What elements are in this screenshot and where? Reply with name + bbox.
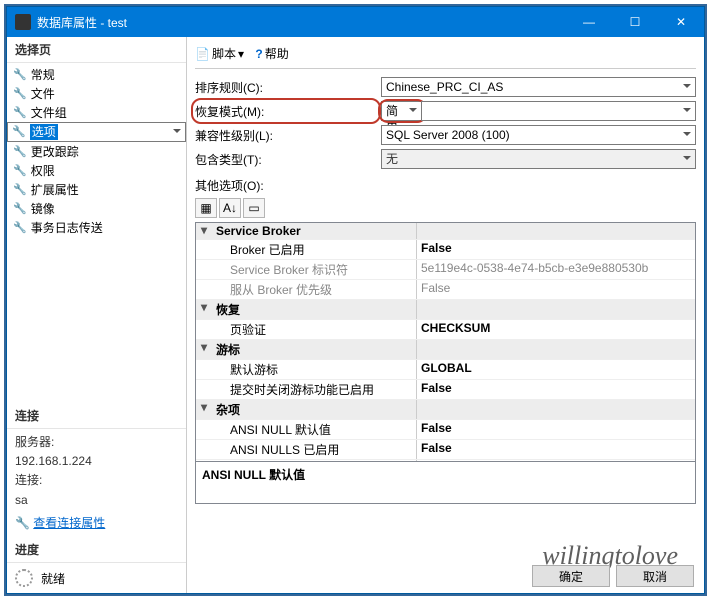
nav-item-extended-props[interactable]: 🔧扩展属性 — [7, 180, 186, 199]
property-row[interactable]: Service Broker 标识符5e119e4c-0538-4e74-b5c… — [196, 260, 695, 280]
recovery-select-wrap[interactable]: 简单 — [381, 101, 696, 121]
recovery-select[interactable] — [421, 101, 696, 121]
collapse-icon[interactable]: ▾ — [196, 400, 212, 419]
property-row[interactable]: Broker 已启用False — [196, 240, 695, 260]
collation-select[interactable]: Chinese_PRC_CI_AS — [381, 77, 696, 97]
connection-label: 连接: — [15, 471, 178, 490]
toolbar: 📄 脚本 ▾ ? 帮助 — [195, 41, 696, 69]
nav-item-general[interactable]: 🔧常规 — [7, 65, 186, 84]
property-value[interactable]: False — [417, 280, 695, 299]
select-page-header: 选择页 — [7, 37, 186, 63]
property-row[interactable]: ANSI NULLS 已启用False — [196, 440, 695, 460]
property-value[interactable]: False — [417, 240, 695, 259]
collapse-icon[interactable]: ▾ — [196, 300, 212, 319]
nav-list: 🔧常规 🔧文件 🔧文件组 🔧选项 🔧更改跟踪 🔧权限 🔧扩展属性 🔧镜像 🔧事务… — [7, 63, 186, 239]
view-connection-props-link[interactable]: 查看连接属性 — [33, 516, 105, 530]
property-value[interactable]: GLOBAL — [417, 360, 695, 379]
wrench-icon: 🔧 — [13, 145, 27, 158]
property-value[interactable]: CHECKSUM — [417, 320, 695, 339]
wrench-icon: 🔧 — [13, 68, 27, 81]
nav-item-change-tracking[interactable]: 🔧更改跟踪 — [7, 142, 186, 161]
categorize-button[interactable]: ▦ — [195, 198, 217, 218]
connection-info: 服务器: 192.168.1.224 连接: sa 🔧 查看连接属性 — [7, 429, 186, 537]
property-detail: ANSI NULL 默认值 — [195, 462, 696, 504]
nav-item-permissions[interactable]: 🔧权限 — [7, 161, 186, 180]
contain-select: 无 — [381, 149, 696, 169]
property-value[interactable]: False — [417, 420, 695, 439]
collapse-icon[interactable]: ▾ — [196, 223, 212, 239]
property-key: 提交时关闭游标功能已启用 — [212, 380, 417, 399]
server-label: 服务器: — [15, 433, 178, 452]
progress-status: 就绪 — [41, 570, 65, 587]
category-name: 游标 — [212, 340, 417, 359]
recovery-value-box[interactable]: 简单 — [381, 101, 421, 121]
maximize-button[interactable]: ☐ — [612, 7, 658, 37]
right-panel: 📄 脚本 ▾ ? 帮助 排序规则(C): Chinese_PRC_CI_AS 恢… — [187, 37, 704, 593]
wrench-icon: 🔧 — [12, 124, 26, 140]
property-key: ANSI NULLS 已启用 — [212, 440, 417, 459]
property-row[interactable]: 提交时关闭游标功能已启用False — [196, 380, 695, 400]
property-value[interactable]: False — [417, 460, 695, 461]
category-name: 杂项 — [212, 400, 417, 419]
nav-item-options[interactable]: 🔧选项 — [7, 122, 186, 142]
script-button[interactable]: 📄 脚本 ▾ — [195, 45, 244, 62]
wrench-icon: 🔧 — [13, 164, 27, 177]
connection-header: 连接 — [7, 403, 186, 429]
contain-label: 包含类型(T): — [195, 149, 375, 169]
ok-button[interactable]: 确定 — [532, 565, 610, 587]
left-panel: 选择页 🔧常规 🔧文件 🔧文件组 🔧选项 🔧更改跟踪 🔧权限 🔧扩展属性 🔧镜像… — [7, 37, 187, 593]
category-name: Service Broker — [212, 223, 417, 239]
nav-item-files[interactable]: 🔧文件 — [7, 84, 186, 103]
wrench-icon: 🔧 — [13, 202, 27, 215]
wrench-icon: 🔧 — [13, 221, 27, 234]
nav-item-mirroring[interactable]: 🔧镜像 — [7, 199, 186, 218]
property-key: ANSI 警告已启用 — [212, 460, 417, 461]
wrench-icon: 🔧 — [13, 87, 27, 100]
help-button[interactable]: ? 帮助 — [255, 45, 288, 62]
progress-area: 就绪 — [7, 563, 186, 593]
wrench-icon: 🔧 — [13, 183, 27, 196]
connection-value: sa — [15, 491, 178, 510]
property-row[interactable]: ANSI NULL 默认值False — [196, 420, 695, 440]
server-value: 192.168.1.224 — [15, 452, 178, 471]
nav-item-filegroups[interactable]: 🔧文件组 — [7, 103, 186, 122]
minimize-button[interactable]: — — [566, 7, 612, 37]
property-key: ANSI NULL 默认值 — [212, 420, 417, 439]
collapse-icon[interactable]: ▾ — [196, 340, 212, 359]
property-row[interactable]: 服从 Broker 优先级False — [196, 280, 695, 300]
wrench-icon: 🔧 — [13, 106, 27, 119]
property-value[interactable]: False — [417, 440, 695, 459]
property-row[interactable]: ANSI 警告已启用False — [196, 460, 695, 461]
spinner-icon — [15, 569, 33, 587]
collation-label: 排序规则(C): — [195, 77, 375, 97]
options-form: 排序规则(C): Chinese_PRC_CI_AS 恢复模式(M): 简单 兼… — [195, 77, 696, 169]
compat-label: 兼容性级别(L): — [195, 125, 375, 145]
other-options-label: 其他选项(O): — [195, 177, 696, 194]
property-key: Service Broker 标识符 — [212, 260, 417, 279]
property-key: Broker 已启用 — [212, 240, 417, 259]
property-row[interactable]: 默认游标GLOBAL — [196, 360, 695, 380]
sort-az-button[interactable]: A↓ — [219, 198, 241, 218]
property-row[interactable]: 页验证CHECKSUM — [196, 320, 695, 340]
pages-button[interactable]: ▭ — [243, 198, 265, 218]
compat-select[interactable]: SQL Server 2008 (100) — [381, 125, 696, 145]
progress-header: 进度 — [7, 537, 186, 563]
property-key: 默认游标 — [212, 360, 417, 379]
property-key: 服从 Broker 优先级 — [212, 280, 417, 299]
app-icon — [15, 14, 31, 30]
grid-toolbar: ▦ A↓ ▭ — [195, 196, 696, 222]
window-title: 数据库属性 - test — [37, 14, 127, 31]
property-value[interactable]: False — [417, 380, 695, 399]
cancel-button[interactable]: 取消 — [616, 565, 694, 587]
category-name: 恢复 — [212, 300, 417, 319]
nav-item-log-shipping[interactable]: 🔧事务日志传送 — [7, 218, 186, 237]
titlebar: 数据库属性 - test — ☐ ✕ — [7, 7, 704, 37]
close-button[interactable]: ✕ — [658, 7, 704, 37]
property-key: 页验证 — [212, 320, 417, 339]
property-value[interactable]: 5e119e4c-0538-4e74-b5cb-e3e9e880530b — [417, 260, 695, 279]
property-grid[interactable]: ▾Service BrokerBroker 已启用FalseService Br… — [195, 222, 696, 462]
recovery-label: 恢复模式(M): — [195, 101, 375, 121]
